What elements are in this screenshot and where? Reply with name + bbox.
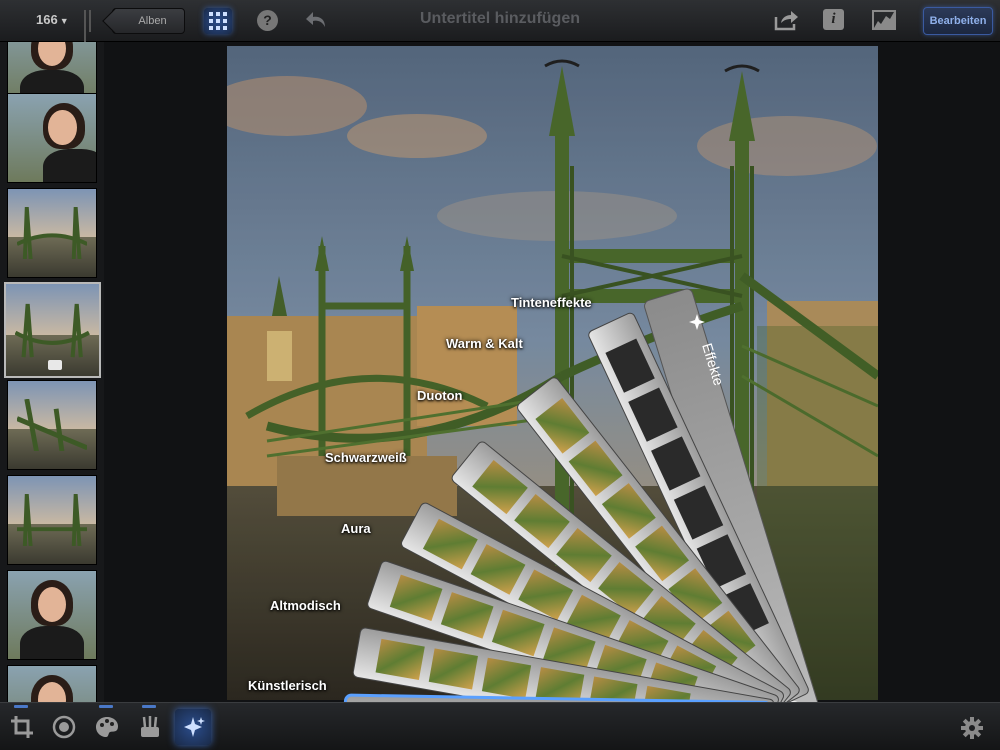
undo-icon — [306, 12, 325, 27]
info-button[interactable]: i — [823, 9, 844, 30]
share-button[interactable] — [774, 9, 800, 31]
thumbnail-portrait[interactable] — [7, 570, 97, 660]
gear-icon — [961, 717, 983, 739]
photo-count: 166 — [36, 12, 58, 27]
caption-title[interactable]: Untertitel hinzufügen — [420, 10, 580, 27]
thumbnail-bridge[interactable] — [7, 475, 97, 565]
crop-tool-button[interactable] — [4, 705, 40, 745]
chevron-down-icon: ▼ — [59, 16, 69, 26]
histogram-icon — [872, 10, 896, 30]
exposure-icon — [52, 715, 76, 739]
thumbnail-portrait[interactable] — [7, 93, 97, 183]
grid-view-button[interactable] — [204, 8, 232, 34]
help-button[interactable]: ? — [257, 10, 278, 31]
edit-button[interactable]: Bearbeiten — [923, 7, 993, 35]
albums-label: Alben — [138, 15, 167, 27]
color-tool-button[interactable] — [89, 705, 125, 745]
crop-icon — [11, 716, 33, 738]
share-icon — [774, 11, 798, 31]
effects-icon — [184, 717, 205, 737]
color-palette-icon — [96, 717, 118, 737]
help-icon: ? — [263, 12, 272, 28]
info-icon: i — [831, 11, 836, 27]
exposure-tool-button[interactable] — [46, 709, 82, 745]
effects-tool-button[interactable] — [175, 709, 211, 745]
edited-toolbox-icon — [48, 360, 62, 370]
brushes-icon — [141, 716, 159, 737]
thumbnail-bridge[interactable] — [7, 188, 97, 278]
histogram-button[interactable] — [872, 9, 896, 31]
bottom-toolbar — [0, 702, 1000, 750]
thumbnail-sidebar[interactable] — [0, 42, 104, 702]
thumbnail-bridge[interactable] — [7, 380, 97, 470]
albums-back-button[interactable]: Alben — [112, 8, 185, 34]
sidebar-grip-handle[interactable] — [84, 10, 98, 54]
grid-icon — [209, 12, 227, 30]
thumbnail-bridge-selected[interactable] — [4, 282, 101, 378]
settings-button[interactable] — [961, 717, 983, 739]
photo-count-menu[interactable]: 166 ▼ — [36, 12, 69, 27]
undo-button[interactable] — [305, 9, 329, 31]
edit-label: Bearbeiten — [929, 15, 987, 27]
brushes-tool-button[interactable] — [132, 705, 168, 745]
thumbnail-portrait[interactable] — [7, 665, 97, 702]
top-toolbar: 166 ▼ Alben ? Untertitel hinzufügen i Be… — [0, 0, 1000, 54]
